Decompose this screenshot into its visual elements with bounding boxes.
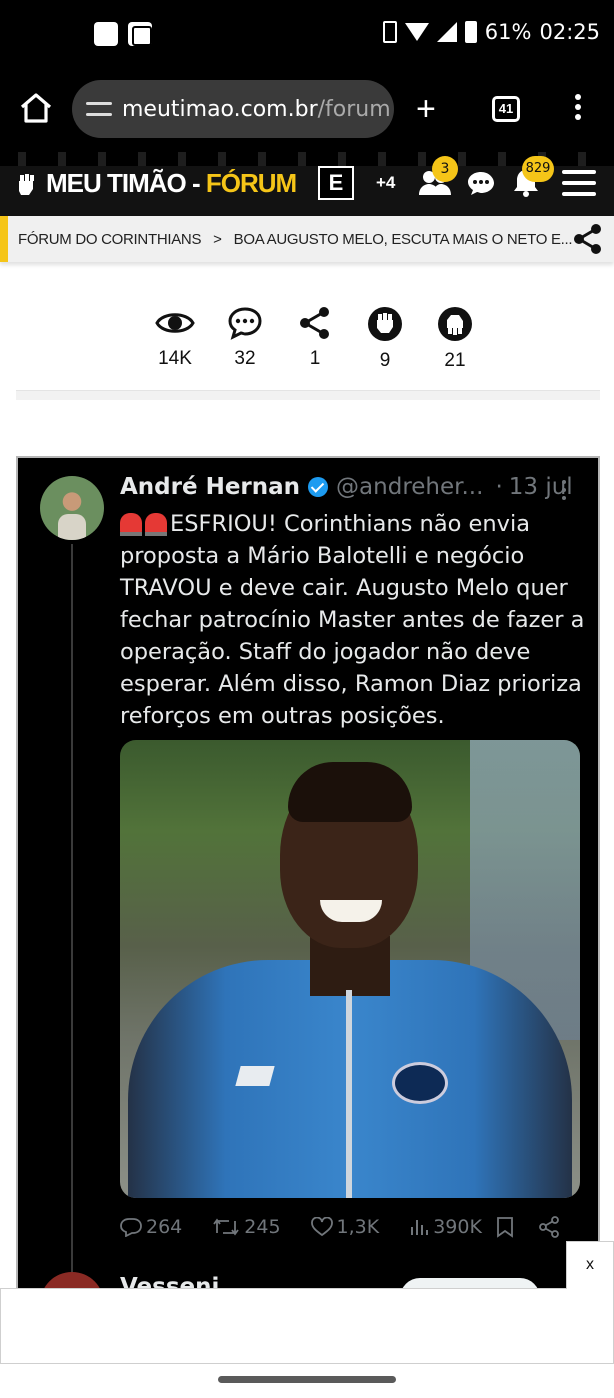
tweet-header: André Hernan @andreher... · 13 jul (120, 474, 590, 500)
retweet-icon (213, 1218, 239, 1236)
wifi-icon (404, 23, 429, 41)
tweet-retweets: 245 (212, 1216, 281, 1238)
plus-four-button[interactable]: +4 (376, 173, 395, 193)
tweet-views: 390K (409, 1216, 482, 1238)
signal-icon (436, 22, 457, 42)
tweet-replies: 264 (120, 1216, 182, 1238)
likes-stat[interactable]: 9 (350, 306, 420, 372)
ad-banner[interactable] (0, 1288, 614, 1364)
system-nav-bar (0, 1364, 614, 1398)
chat-icon[interactable] (466, 170, 496, 196)
breadcrumb-topic: BOA AUGUSTO MELO, ESCUTA MAIS O NETO E..… (233, 230, 573, 248)
tweet-more-icon (562, 480, 568, 502)
status-bar: 61% 02:25 (0, 0, 614, 68)
vibrate-icon (382, 21, 397, 43)
comments-stat[interactable]: 32 (210, 306, 280, 372)
battery-icon (464, 21, 477, 43)
share-icon (300, 307, 329, 339)
tweet-share-icon (539, 1216, 559, 1238)
fist-down-icon (438, 307, 472, 341)
friends-badge: 3 (432, 156, 458, 182)
address-bar[interactable]: meutimao.com.br/forum (72, 80, 394, 138)
fist-icon (19, 173, 34, 195)
new-tab-button[interactable]: + (416, 92, 436, 126)
notification-icon (94, 22, 118, 46)
ad-close-button[interactable]: x (566, 1241, 614, 1289)
tweet-dot: · (495, 474, 503, 500)
thread-line (71, 544, 73, 1284)
tab-switcher-button[interactable]: 41 (492, 96, 520, 122)
topic-stats: 14K 32 1 9 21 (140, 306, 490, 372)
url-text: meutimao.com.br/forum (122, 96, 391, 122)
tweet-text: ESFRIOU! Corinthians não envia proposta … (120, 511, 585, 729)
breadcrumb: FÓRUM DO CORINTHIANS > BOA AUGUSTO MELO,… (0, 216, 614, 262)
tweet-actions: 264 245 1,3K 390K (120, 1216, 580, 1238)
eye-icon (155, 313, 195, 333)
site-logo[interactable]: MEU TIMÃO - FÓRUM (14, 168, 297, 199)
e-button[interactable]: E (318, 166, 354, 200)
hamburger-menu-icon[interactable] (562, 170, 596, 196)
siren-emoji-icon (145, 513, 167, 536)
post-image: André Hernan @andreher... · 13 jul ESFRI… (16, 456, 600, 1336)
dislikes-stat[interactable]: 21 (420, 306, 490, 372)
tweet-handle: @andreher... (336, 474, 484, 500)
tweet-author: André Hernan (120, 474, 301, 500)
browser-menu-icon[interactable] (570, 94, 586, 124)
avatar (40, 476, 104, 540)
battery-level: 61% (484, 20, 532, 44)
gesture-handle[interactable] (218, 1376, 396, 1383)
views-stat: 14K (140, 306, 210, 372)
views-bars-icon (411, 1220, 429, 1235)
section-divider (16, 390, 600, 400)
share-icon[interactable] (572, 223, 604, 255)
siren-emoji-icon (120, 513, 142, 536)
comment-bubble-icon (228, 307, 262, 340)
media-icon (128, 22, 152, 46)
breadcrumb-separator: > (213, 230, 222, 248)
bookmark-icon (497, 1217, 513, 1238)
notifications-badge: 829 (522, 156, 554, 182)
tweet-card: André Hernan @andreher... · 13 jul ESFRI… (20, 460, 596, 1334)
browser-toolbar: meutimao.com.br/forum + 41 (0, 68, 614, 152)
shares-stat[interactable]: 1 (280, 306, 350, 372)
reply-icon (120, 1218, 142, 1237)
breadcrumb-section-link[interactable]: FÓRUM DO CORINTHIANS (18, 231, 201, 248)
tweet-likes: 1,3K (310, 1216, 379, 1238)
heart-icon (310, 1217, 333, 1237)
clock: 02:25 (539, 20, 600, 44)
tweet-photo (120, 740, 580, 1198)
home-icon[interactable] (18, 90, 54, 126)
fist-up-icon (368, 307, 402, 341)
verified-badge-icon (308, 477, 329, 497)
site-settings-icon[interactable] (86, 99, 112, 119)
